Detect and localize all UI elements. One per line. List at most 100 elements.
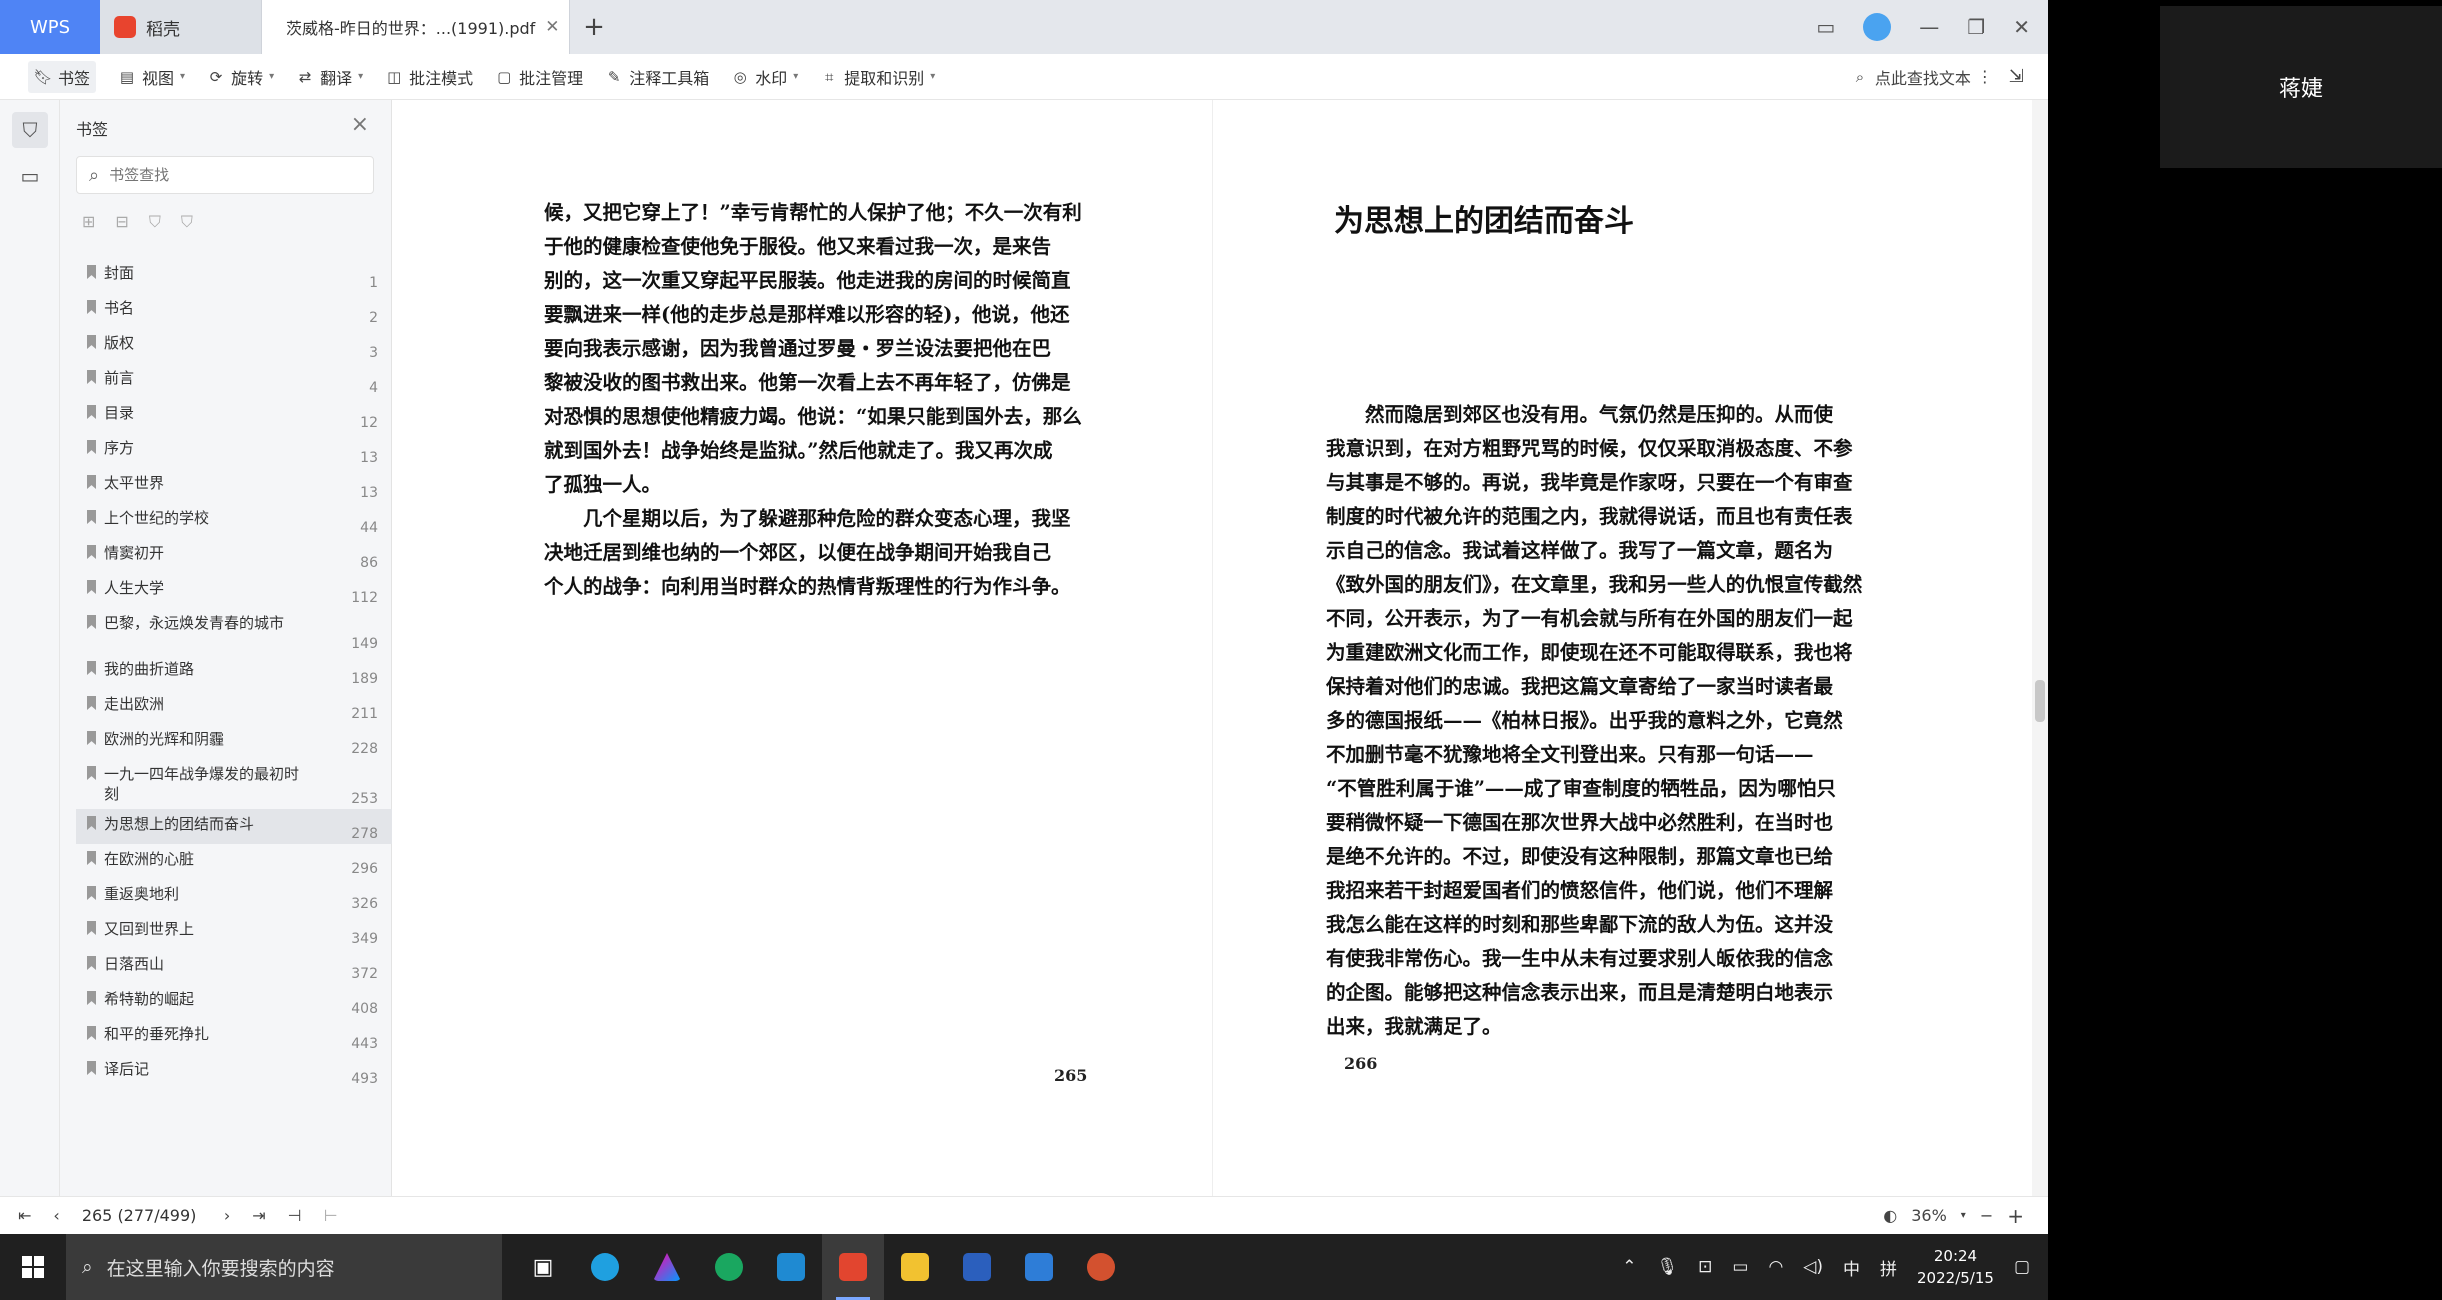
bookmark-toggle-button[interactable]: 🔖︎ 书签 xyxy=(28,60,97,93)
bookmark-page: 408 xyxy=(351,1001,378,1017)
chevron-up-icon[interactable]: ⌃ xyxy=(1622,1257,1636,1277)
wifi-icon[interactable]: ◠ xyxy=(1768,1257,1783,1277)
start-button[interactable] xyxy=(0,1234,66,1300)
next-page-icon[interactable]: › xyxy=(224,1206,230,1225)
app-triangle-icon[interactable] xyxy=(636,1234,698,1300)
task-view-icon[interactable]: ▣ xyxy=(512,1234,574,1300)
back-icon[interactable]: ⊣ xyxy=(288,1206,302,1225)
whiteboard-icon[interactable] xyxy=(1008,1234,1070,1300)
export-icon[interactable]: ⇲ xyxy=(2009,66,2024,87)
bookmark-item[interactable]: 又回到世界上 349 xyxy=(76,914,392,949)
bookmark-item[interactable]: 巴黎，永远焕发青春的城市 149 xyxy=(76,608,392,654)
bookmark-settings-icon[interactable]: ⛉ xyxy=(181,212,193,232)
vertical-scrollbar[interactable] xyxy=(2032,100,2048,1196)
zoom-in-icon[interactable]: + xyxy=(2007,1204,2024,1228)
bookmark-item[interactable]: 目录 12 xyxy=(76,398,392,433)
app-green-icon[interactable] xyxy=(698,1234,760,1300)
wps-home-tab[interactable]: WPS xyxy=(0,0,100,54)
bookmark-item[interactable]: 上个世纪的学校 44 xyxy=(76,503,392,538)
tab-pdf-document[interactable]: 茨威格-昨日的世界：...(1991).pdf ✕ xyxy=(262,0,570,54)
volume-icon[interactable]: ◁) xyxy=(1803,1257,1823,1277)
bookmark-item[interactable]: 情窦初开 86 xyxy=(76,538,392,573)
forward-icon[interactable]: ⊢ xyxy=(324,1206,338,1225)
bookmark-item[interactable]: 和平的垂死挣扎 443 xyxy=(76,1019,392,1054)
wps-pdf-taskbar-icon[interactable] xyxy=(822,1234,884,1300)
bookmark-item[interactable]: 书名 2 xyxy=(76,293,392,328)
bookmark-item[interactable]: 前言 4 xyxy=(76,363,392,398)
screen-record-icon[interactable]: ⊡ xyxy=(1698,1257,1712,1277)
view-button[interactable]: ▤ 视图 ▾ xyxy=(118,65,185,89)
bookmark-search-input[interactable] xyxy=(109,166,340,184)
bookmark-icon xyxy=(87,370,96,384)
view-label: 视图 xyxy=(142,68,175,88)
bookmark-panel: 书签 × ⌕ ⊞ ⊟ ⛉ ⛉ 封面 1 书名 2 版权 3 前言 4 目录 12 序方 13 太平世界 1… xyxy=(60,100,392,1196)
bookmark-item[interactable]: 欧洲的光辉和阴霾 228 xyxy=(76,724,392,759)
bookmark-panel-icon[interactable]: ⛉ xyxy=(12,112,48,148)
bookmark-item[interactable]: 一九一四年战争爆发的最初时刻 253 xyxy=(76,759,392,809)
ime-indicator[interactable]: 中 xyxy=(1843,1255,1860,1280)
last-page-icon[interactable]: ⇥ xyxy=(252,1206,265,1225)
expand-all-icon[interactable]: ⊞ xyxy=(82,212,95,232)
bookmark-icon xyxy=(87,731,96,745)
close-tab-icon[interactable]: ✕ xyxy=(545,17,559,37)
bookmark-item[interactable]: 序方 13 xyxy=(76,433,392,468)
add-bookmark-icon[interactable]: ⛉ xyxy=(149,212,161,232)
tab-daoke[interactable]: 稻壳 xyxy=(100,0,262,54)
ime-mode-indicator[interactable]: 拼 xyxy=(1880,1255,1897,1280)
battery-icon[interactable]: ▭ xyxy=(1732,1257,1748,1277)
minimize-icon[interactable]: — xyxy=(1919,15,1939,39)
more-icon[interactable]: ⋮ xyxy=(1977,67,1993,86)
find-text-button[interactable]: ⌕ 点此查找文本 ⋮ xyxy=(1851,65,1993,89)
powerpoint-icon[interactable] xyxy=(1070,1234,1132,1300)
bookmark-label: 一九一四年战争爆发的最初时刻 xyxy=(104,765,300,803)
edge-icon[interactable] xyxy=(574,1234,636,1300)
text-line: 与其事是不够的。再说，我毕竟是作家呀，只要在一个有审查 xyxy=(1326,471,1853,494)
annotation-toolbox-button[interactable]: ✎ 注释工具箱 xyxy=(605,65,709,89)
bookmark-item[interactable]: 重返奥地利 326 xyxy=(76,879,392,914)
bookmark-item[interactable]: 封面 1 xyxy=(76,258,392,293)
bookmark-item[interactable]: 走出欧洲 211 xyxy=(76,689,392,724)
collapse-all-icon[interactable]: ⊟ xyxy=(115,212,128,232)
extract-ocr-button[interactable]: ⌗ 提取和识别 ▾ xyxy=(820,65,935,89)
close-icon[interactable]: × xyxy=(351,112,369,137)
annotation-manage-button[interactable]: ▢ 批注管理 xyxy=(495,65,583,89)
bookmark-item[interactable]: 太平世界 13 xyxy=(76,468,392,503)
bookmark-item[interactable]: 日落西山 372 xyxy=(76,949,392,984)
scroll-thumb[interactable] xyxy=(2035,680,2045,722)
close-window-icon[interactable]: ✕ xyxy=(2013,15,2030,39)
clock[interactable]: 20:24 2022/5/15 xyxy=(1917,1245,1994,1289)
zoom-dropdown-icon[interactable]: ▾ xyxy=(1961,1210,1966,1221)
new-tab-button[interactable]: + xyxy=(570,0,618,54)
file-explorer-icon[interactable] xyxy=(884,1234,946,1300)
word-icon[interactable] xyxy=(946,1234,1008,1300)
microphone-icon[interactable]: 🎙︎ xyxy=(1657,1257,1679,1277)
page-indicator[interactable]: 265 (277/499) xyxy=(82,1206,202,1225)
avatar[interactable] xyxy=(1863,13,1892,41)
translate-button[interactable]: ⇄ 翻译 ▾ xyxy=(296,65,363,89)
bookmark-item[interactable]: 我的曲折道路 189 xyxy=(76,654,392,689)
comment-panel-icon[interactable]: ▭ xyxy=(12,158,48,194)
bookmark-item[interactable]: 希特勒的崛起 408 xyxy=(76,984,392,1019)
first-page-icon[interactable]: ⇤ xyxy=(18,1206,31,1225)
bookmark-label: 书名 xyxy=(104,299,135,317)
bookmark-item[interactable]: 为思想上的团结而奋斗 278 xyxy=(76,809,392,844)
bookmark-item[interactable]: 版权 3 xyxy=(76,328,392,363)
vscode-icon[interactable] xyxy=(760,1234,822,1300)
bookmark-page: 326 xyxy=(351,896,378,912)
watermark-button[interactable]: ◎ 水印 ▾ xyxy=(731,65,799,89)
bookmark-item[interactable]: 人生大学 112 xyxy=(76,573,392,608)
zoom-level[interactable]: 36% xyxy=(1911,1206,1947,1225)
bookmark-icon xyxy=(87,991,96,1005)
layout-icon[interactable]: ▭ xyxy=(1816,15,1835,39)
bookmark-item[interactable]: 译后记 493 xyxy=(76,1054,392,1089)
restore-icon[interactable]: ❐ xyxy=(1967,15,1985,39)
taskbar-search[interactable]: ⌕ 在这里输入你要搜索的内容 xyxy=(66,1234,502,1300)
prev-page-icon[interactable]: ‹ xyxy=(53,1206,59,1225)
rotate-button[interactable]: ⟳ 旋转 ▾ xyxy=(207,65,274,89)
zoom-out-icon[interactable]: − xyxy=(1980,1206,1993,1225)
annotation-mode-button[interactable]: ◫ 批注模式 xyxy=(385,65,473,89)
night-mode-icon[interactable]: ◐ xyxy=(1883,1206,1897,1225)
bookmark-item[interactable]: 在欧洲的心脏 296 xyxy=(76,844,392,879)
notification-icon[interactable]: ▢ xyxy=(2014,1257,2030,1277)
bookmark-icon xyxy=(87,816,96,830)
